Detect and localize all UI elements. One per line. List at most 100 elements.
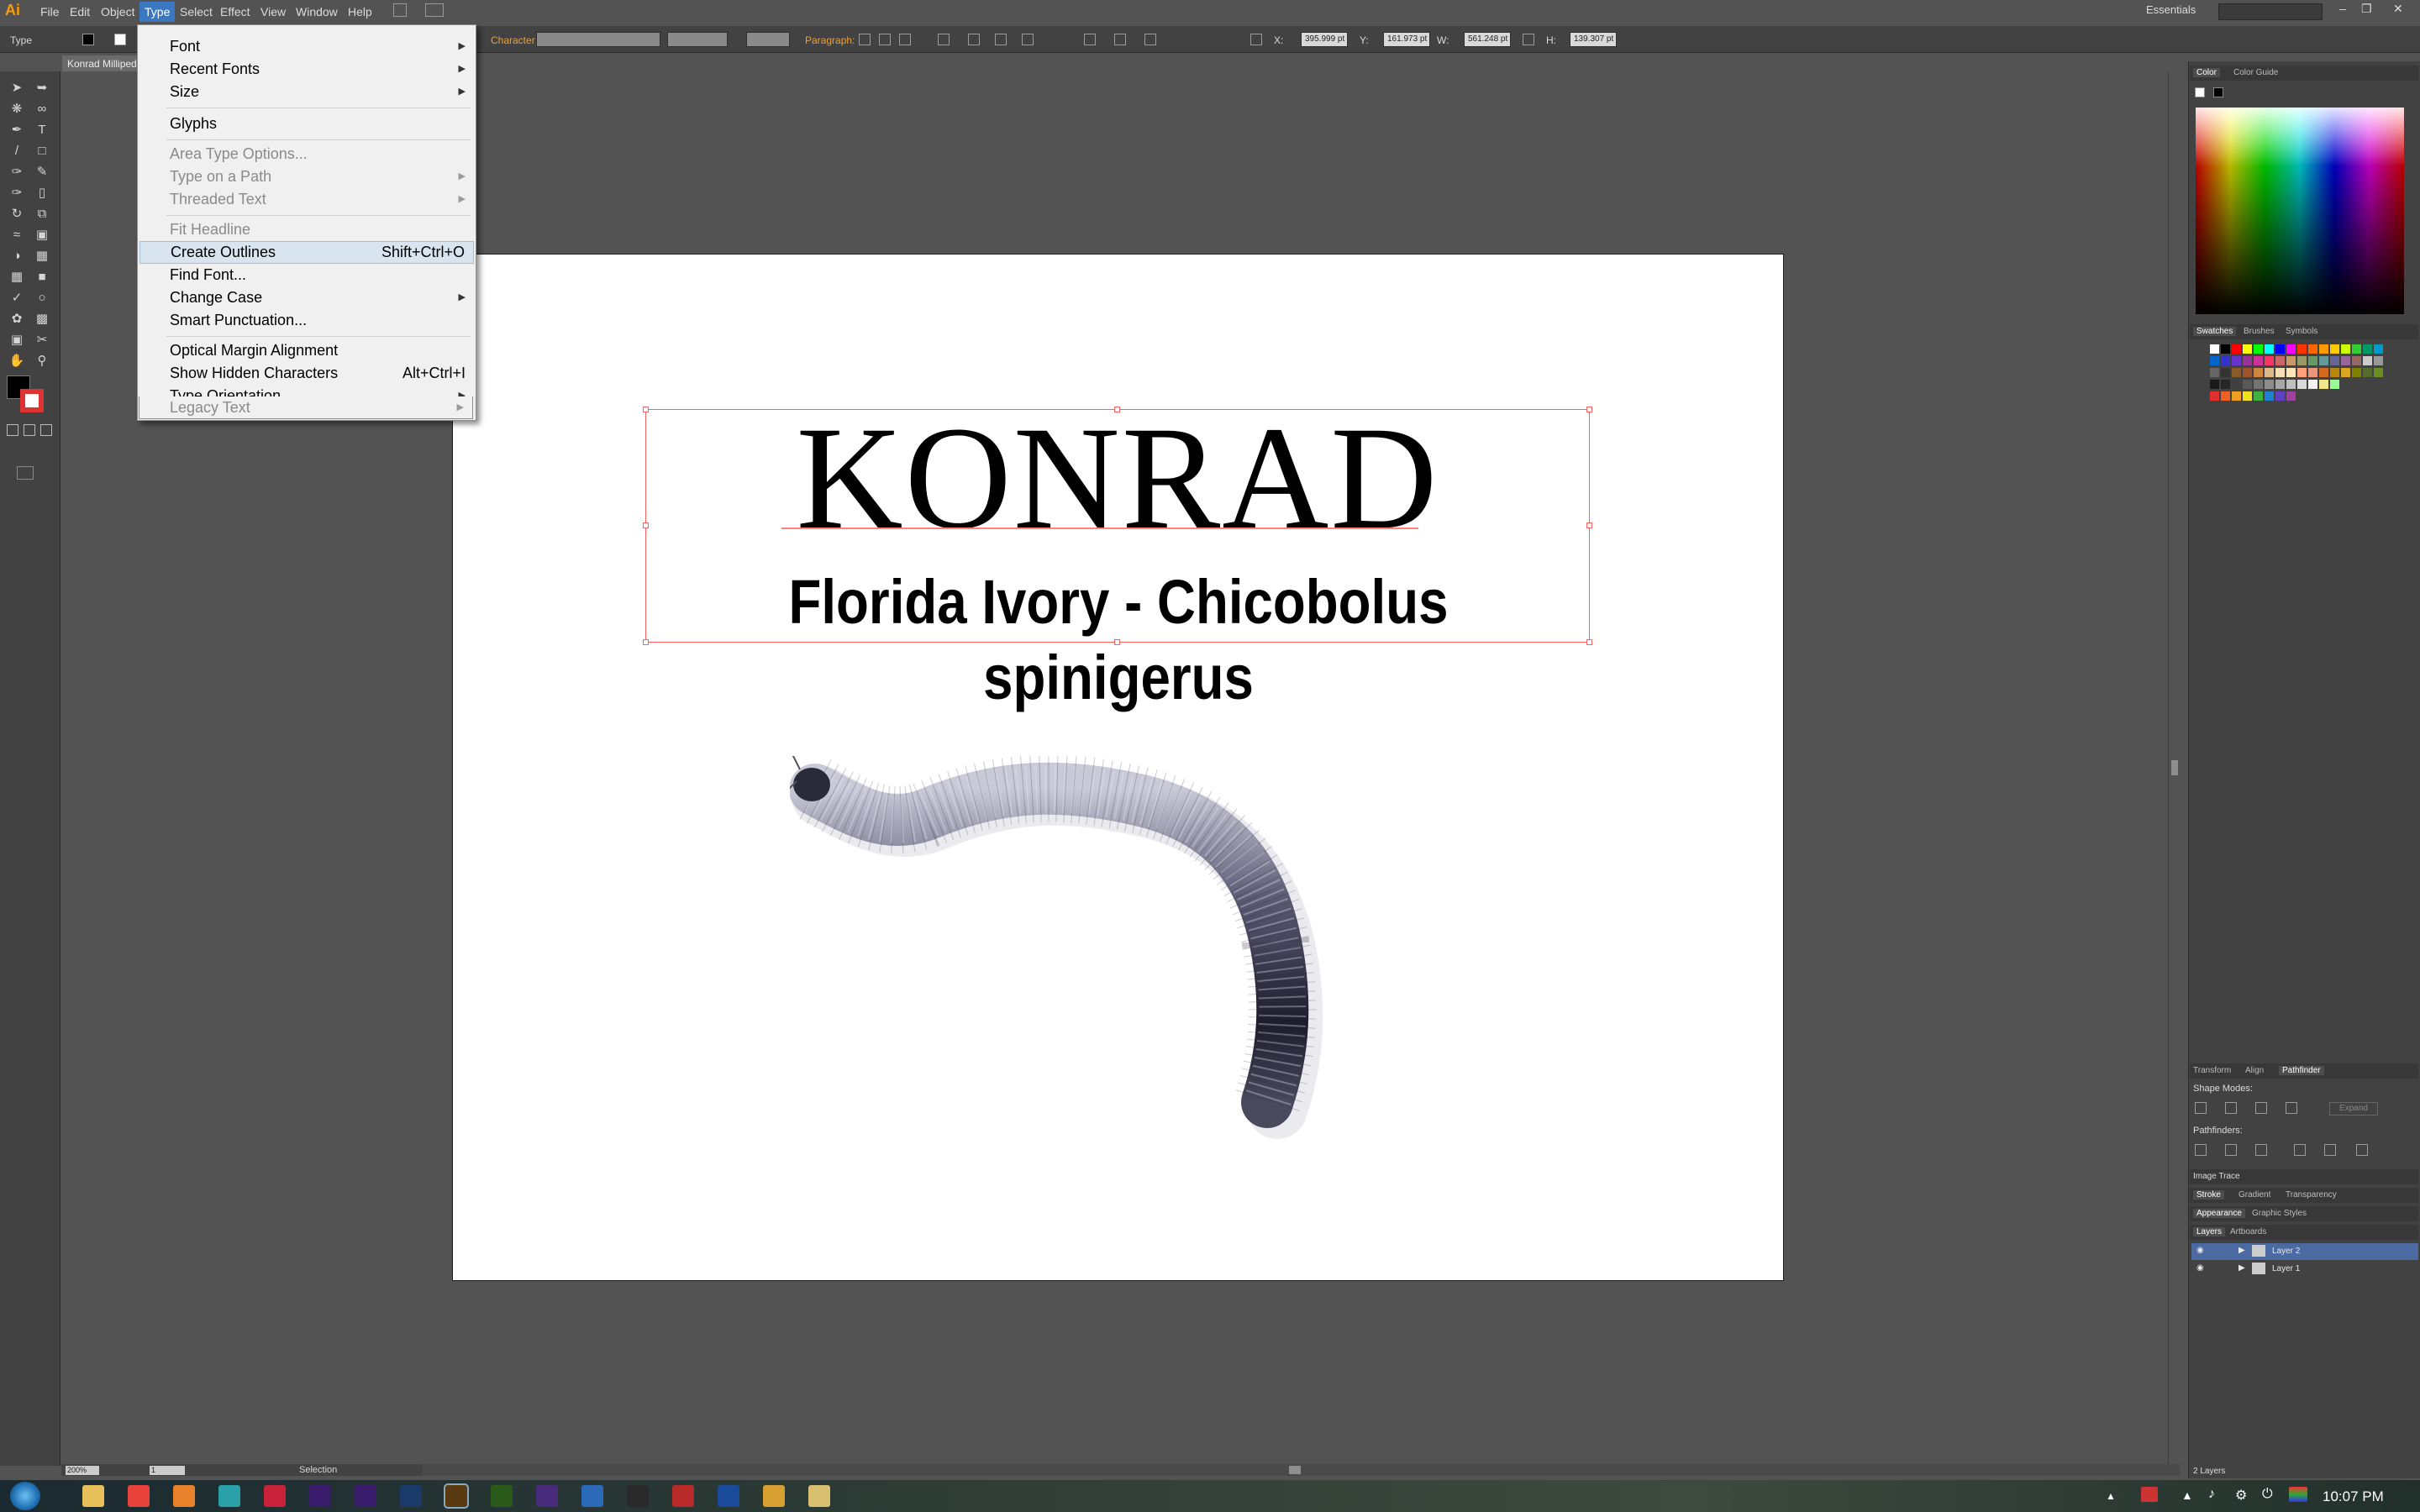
menu-item-area-type-options[interactable]: Area Type Options... [139, 143, 474, 165]
layer-row[interactable]: ◉ ▶ Layer 1 [2191, 1261, 2418, 1278]
trim-icon[interactable] [2225, 1144, 2237, 1156]
fill-swatch[interactable] [82, 34, 94, 45]
color-swatch[interactable] [2254, 368, 2263, 377]
color-swatch[interactable] [2352, 368, 2361, 377]
taskbar-app-icon[interactable] [444, 1483, 469, 1509]
outline-icon[interactable] [2324, 1144, 2336, 1156]
selection-handle[interactable] [643, 522, 649, 528]
color-swatch[interactable] [2232, 380, 2241, 389]
gradient-tool-icon[interactable]: ■ [34, 269, 50, 286]
eye-icon[interactable]: ◉ [2196, 1263, 2204, 1273]
symbol-sprayer-icon[interactable]: ✿ [8, 311, 25, 328]
search-input[interactable] [2218, 3, 2323, 20]
pen-tool-icon[interactable]: ✒ [8, 122, 25, 139]
color-swatch[interactable] [2232, 356, 2241, 365]
tab-symbols[interactable]: Symbols [2286, 327, 2317, 336]
color-swatch[interactable] [2308, 368, 2317, 377]
distribute-icon[interactable] [1144, 34, 1156, 45]
tab-align[interactable]: Align [2245, 1066, 2264, 1075]
selection-bounding-box[interactable] [645, 409, 1590, 643]
divide-icon[interactable] [2195, 1144, 2207, 1156]
color-swatch[interactable] [2210, 391, 2219, 401]
color-mode-icon[interactable] [7, 424, 18, 436]
menu-select[interactable]: Select [180, 5, 213, 18]
zoom-level-field[interactable]: 200% [66, 1466, 99, 1475]
taskbar-app-icon[interactable] [808, 1485, 830, 1507]
selection-handle[interactable] [1586, 522, 1592, 528]
paintbrush-icon[interactable]: ✑ [8, 164, 25, 181]
show-hidden-icons-icon[interactable]: ▲ [2106, 1490, 2116, 1502]
tab-graphic-styles[interactable]: Graphic Styles [2252, 1209, 2307, 1218]
horizontal-scroll-thumb[interactable] [1289, 1466, 1301, 1474]
selection-handle[interactable] [1586, 407, 1592, 412]
menu-item-create-outlines[interactable]: Create Outlines Shift+Ctrl+O [139, 241, 474, 264]
width-tool-icon[interactable]: ≈ [8, 227, 25, 244]
color-swatch[interactable] [2374, 344, 2383, 354]
type-tool-icon[interactable]: T [34, 122, 50, 139]
color-swatch[interactable] [2275, 380, 2285, 389]
start-button[interactable] [10, 1482, 40, 1510]
color-swatch[interactable] [2363, 344, 2372, 354]
w-field[interactable]: 561.248 pt [1464, 32, 1511, 47]
color-swatch[interactable] [2265, 368, 2274, 377]
menu-object[interactable]: Object [101, 5, 134, 18]
color-swatch[interactable] [2210, 368, 2219, 377]
align-center-icon[interactable] [879, 34, 891, 45]
menu-item-threaded-text[interactable]: Threaded Text ▶ [139, 188, 474, 211]
none-mode-icon[interactable] [40, 424, 52, 436]
vertical-scroll-thumb[interactable] [2171, 760, 2178, 775]
tab-color-guide[interactable]: Color Guide [2233, 68, 2278, 77]
color-swatch[interactable] [2210, 356, 2219, 365]
blend-tool-icon[interactable]: ○ [34, 290, 50, 307]
artboard-number-field[interactable]: 1 [150, 1466, 185, 1475]
power-icon[interactable]: ⏻ [2262, 1487, 2273, 1502]
color-swatch[interactable] [2265, 356, 2274, 365]
color-swatch[interactable] [2232, 344, 2241, 354]
mesh-tool-icon[interactable]: ▦ [8, 269, 25, 286]
menu-help[interactable]: Help [348, 5, 372, 18]
color-swatch[interactable] [2286, 344, 2296, 354]
rectangle-tool-icon[interactable]: □ [34, 143, 50, 160]
distribute-icon[interactable] [1084, 34, 1096, 45]
layer-name[interactable]: Layer 1 [2272, 1264, 2300, 1273]
color-swatch[interactable] [2254, 391, 2263, 401]
color-swatch[interactable] [2341, 344, 2350, 354]
color-swatch[interactable] [2319, 356, 2328, 365]
selection-handle[interactable] [1114, 407, 1120, 412]
color-swatch[interactable] [2363, 356, 2372, 365]
stroke-indicator[interactable] [2213, 87, 2223, 97]
stroke-swatch[interactable] [114, 34, 126, 45]
expand-button[interactable]: Expand [2329, 1102, 2378, 1116]
color-swatch[interactable] [2265, 380, 2274, 389]
menu-item-fit-headline[interactable]: Fit Headline [139, 218, 474, 241]
color-swatch[interactable] [2286, 368, 2296, 377]
taskbar-app-icon[interactable] [763, 1485, 785, 1507]
color-swatch[interactable] [2254, 380, 2263, 389]
align-objects-icon[interactable] [995, 34, 1007, 45]
minus-front-icon[interactable] [2225, 1102, 2237, 1114]
selection-handle[interactable] [1586, 639, 1592, 645]
color-swatch[interactable] [2319, 368, 2328, 377]
menu-item-smart-punctuation[interactable]: Smart Punctuation... [139, 309, 474, 332]
color-swatch[interactable] [2210, 380, 2219, 389]
settings-icon[interactable]: ⚙ [2235, 1487, 2247, 1504]
color-swatch[interactable] [2221, 356, 2230, 365]
taskbar-app-icon[interactable] [218, 1485, 240, 1507]
bridge-icon[interactable] [393, 3, 407, 17]
tab-pathfinder[interactable]: Pathfinder [2279, 1066, 2324, 1075]
color-swatch[interactable] [2221, 344, 2230, 354]
color-swatch[interactable] [2243, 356, 2252, 365]
align-objects-icon[interactable] [968, 34, 980, 45]
menu-item-type-on-a-path[interactable]: Type on a Path ▶ [139, 165, 474, 188]
color-swatch[interactable] [2319, 344, 2328, 354]
color-swatch[interactable] [2243, 344, 2252, 354]
color-swatch[interactable] [2341, 368, 2350, 377]
selection-tool-icon[interactable]: ➤ [8, 80, 25, 97]
align-left-icon[interactable] [859, 34, 871, 45]
color-swatch[interactable] [2374, 356, 2383, 365]
taskbar-app-icon[interactable] [355, 1485, 376, 1507]
artboard-tool-icon[interactable]: ▣ [8, 332, 25, 349]
magic-wand-icon[interactable]: ❋ [8, 101, 25, 118]
color-swatch[interactable] [2330, 368, 2339, 377]
font-size-field[interactable] [746, 32, 790, 47]
